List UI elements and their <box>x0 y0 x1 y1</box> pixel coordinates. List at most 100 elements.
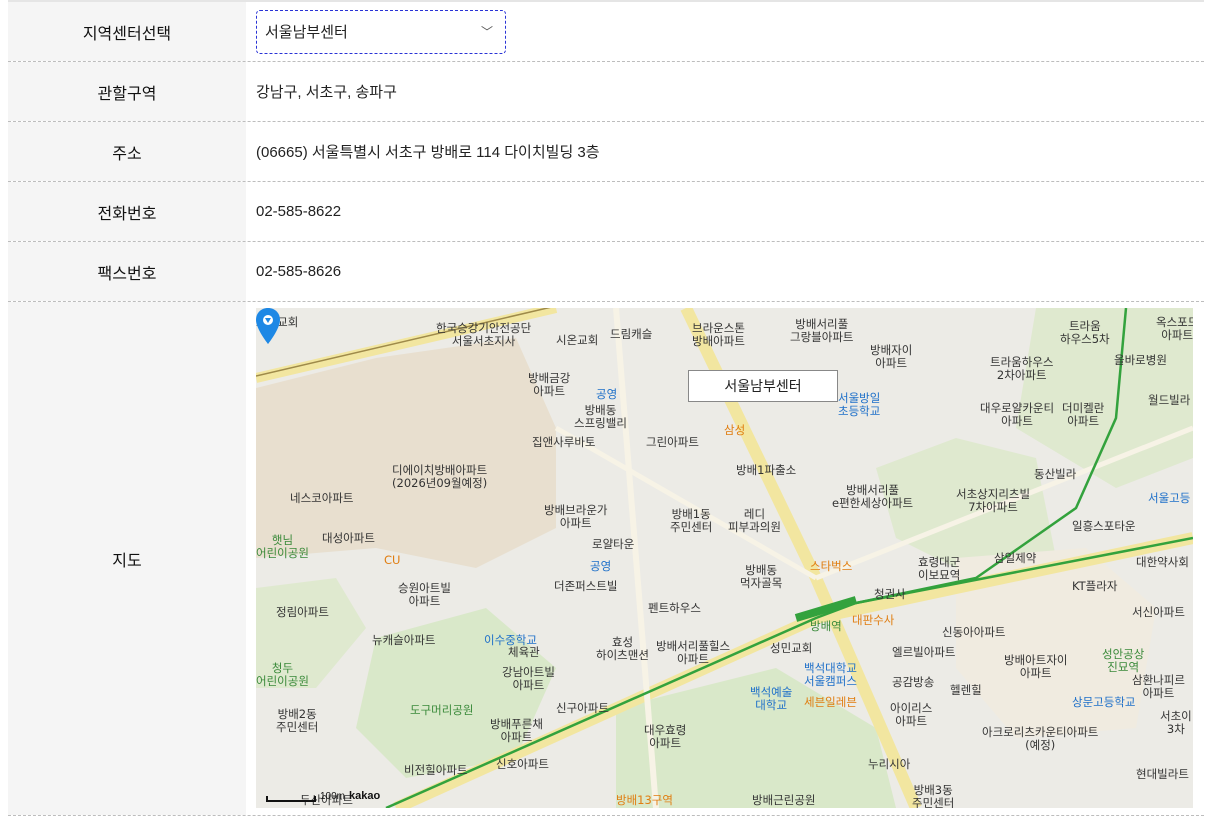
map-label: CU <box>384 553 401 567</box>
map-label: 그린아파트 <box>646 435 699 449</box>
map-label: 현대빌라트 <box>1136 767 1189 781</box>
map-label: 공감방송 <box>892 675 935 689</box>
map-label: 신동아아파트 <box>942 625 1006 639</box>
map-label: 트라움하우스 2차아파트 <box>990 355 1054 382</box>
map-label: 엘르빌아파트 <box>892 645 956 659</box>
map-label: 집앤사루바토 <box>532 435 596 449</box>
map-label: 더미켈란 아파트 <box>1062 401 1105 428</box>
map-label: 방배2동 주민센터 <box>276 707 319 734</box>
map-label: 서초상지리츠빌 7차아파트 <box>956 487 1031 514</box>
map-label: 서초이 3차 <box>1160 709 1192 736</box>
region-select[interactable]: 서울남부센터 ﹀ <box>256 9 506 54</box>
map-scale: 100m kakao <box>266 790 380 802</box>
map-label: 헬렌힐 <box>950 683 982 697</box>
marker-popup: 서울남부센터 <box>688 370 838 402</box>
map-label: 아이리스 아파트 <box>890 701 933 728</box>
map-label: 공영 <box>596 387 618 401</box>
map-label: 디에이치방배아파트 (2026년09월예정) <box>392 463 488 490</box>
map-label: 방배1동 주민센터 <box>670 507 713 534</box>
map-label: 신호아파트 <box>496 757 549 771</box>
map-label: 강남아트빌 아파트 <box>502 665 555 692</box>
district-row: 관할구역 강남구, 서초구, 송파구 <box>8 62 1204 122</box>
phone-label: 전화번호 <box>8 182 246 241</box>
map-label: 옥스포드아파트 <box>1156 315 1193 342</box>
map-label: 상문고등학교 <box>1072 695 1136 709</box>
map-label: 방배근린공원 <box>752 793 816 807</box>
map-label: 체육관 <box>508 645 540 659</box>
map-label: 비전힐아파트 <box>404 763 468 777</box>
address-row: 주소 (06665) 서울특별시 서초구 방배로 114 다이치빌딩 3층 <box>8 122 1204 182</box>
map-row: 지도 한국승강기안전공단 서울서초지사 시온교회 드림캐슬 브라운스톤 방배아파… <box>8 302 1204 816</box>
map-label: 서신아파트 <box>1132 605 1185 619</box>
map-label: 스타벅스 <box>810 559 853 573</box>
map-label: 백석대학교 서울캠퍼스 <box>804 661 857 688</box>
map-label: 대한약사회 <box>1136 555 1189 569</box>
map-label: 방배3동 주민센터 <box>912 783 955 809</box>
map-label: 방배서리풀힐스 아파트 <box>656 639 731 666</box>
map-label: 청권사 <box>874 587 906 601</box>
map-label: 방배동 먹자골목 <box>740 563 783 590</box>
fax-label: 팩스번호 <box>8 242 246 301</box>
location-pin-icon[interactable] <box>256 308 280 344</box>
fax-value: 02-585-8626 <box>256 263 342 280</box>
map-label: 대판수사 <box>852 613 895 627</box>
map-label: 대우효령 아파트 <box>644 723 687 750</box>
map-label: 방배서리풀 e편한세상아파트 <box>832 483 914 510</box>
map-label: 레디 피부과의원 <box>728 507 781 534</box>
kakao-map[interactable]: 한국승강기안전공단 서울서초지사 시온교회 드림캐슬 브라운스톤 방배아파트 방배서… <box>256 308 1193 808</box>
map-label: 시온교회 <box>556 333 599 347</box>
phone-value: 02-585-8622 <box>256 203 342 220</box>
map-label: 방배서리풀 그랑블아파트 <box>790 317 854 344</box>
map-label: 펜트하우스 <box>648 601 701 615</box>
map-label: 대우로얄카운티 아파트 <box>980 401 1055 428</box>
center-info-table: 지역센터선택 서울남부센터 ﹀ 관할구역 강남구, 서초구, 송파구 주소 (0… <box>8 0 1204 816</box>
map-label: 드림캐슬 <box>610 327 653 341</box>
map-label: 도구머리공원 <box>410 703 474 717</box>
fax-row: 팩스번호 02-585-8626 <box>8 242 1204 302</box>
map-label: 더존퍼스트빌 <box>554 579 618 593</box>
map-label: 지도 <box>8 302 246 815</box>
region-select-value: 서울남부센터 <box>265 24 348 41</box>
map-label: 공영 <box>590 559 612 573</box>
map-label: 방배자이 아파트 <box>870 343 913 370</box>
map-label: 브라운스톤 방배아파트 <box>692 321 745 348</box>
map-label: 서울고등 <box>1148 491 1191 505</box>
map-label: 성안공상 진묘역 <box>1102 647 1145 674</box>
map-label: 트라움 하우스5차 <box>1060 319 1110 346</box>
phone-row: 전화번호 02-585-8622 <box>8 182 1204 242</box>
map-label: 한국승강기안전공단 서울서초지사 <box>436 321 532 348</box>
map-label: 서울방일 초등학교 <box>838 391 881 418</box>
map-label: 방배아트자이 아파트 <box>1004 653 1068 680</box>
map-label: 백석예술 대학교 <box>750 685 793 712</box>
map-label: 누리시아 <box>868 757 911 771</box>
district-value: 강남구, 서초구, 송파구 <box>256 84 397 101</box>
map-label: 방배1파출소 <box>736 463 797 477</box>
map-label: 삼일제약 <box>994 551 1037 565</box>
map-label: 삼환나피르 아파트 <box>1132 673 1185 700</box>
map-label: 정림아파트 <box>276 605 329 619</box>
scale-text: 100m <box>320 791 346 802</box>
map-label: 올바로병원 <box>1114 353 1167 367</box>
map-label: 삼성 <box>724 423 746 437</box>
map-label: 일흥스포타운 <box>1072 519 1136 533</box>
region-label: 지역센터선택 <box>8 2 246 61</box>
map-label: 방배13구역 <box>616 793 673 807</box>
address-label: 주소 <box>8 122 246 181</box>
map-label: 대성아파트 <box>322 531 375 545</box>
map-label: 효성 하이츠맨션 <box>596 635 649 662</box>
map-label: 효령대군 이보묘역 <box>918 555 961 582</box>
map-label: 아크로리츠카운티아파트 (예정) <box>982 725 1099 752</box>
map-label: 방배금강 아파트 <box>528 371 571 398</box>
map-label: 방배브라운가 아파트 <box>544 503 608 530</box>
map-label: 동산빌라 <box>1034 467 1077 481</box>
region-row: 지역센터선택 서울남부센터 ﹀ <box>8 2 1204 62</box>
map-label: KT플라자 <box>1072 579 1118 593</box>
kakao-logo: kakao <box>349 790 381 802</box>
map-label: 승원아트빌 아파트 <box>398 581 451 608</box>
address-value: (06665) 서울특별시 서초구 방배로 114 다이치빌딩 3층 <box>256 144 600 161</box>
map-label: 뉴캐슬아파트 <box>372 633 436 647</box>
map-label: 방배동 스프링밸리 <box>574 403 627 430</box>
map-label: 월드빌라 <box>1148 393 1191 407</box>
map-label: 방배역 <box>810 619 842 633</box>
map-label: 신구아파트 <box>556 701 609 715</box>
